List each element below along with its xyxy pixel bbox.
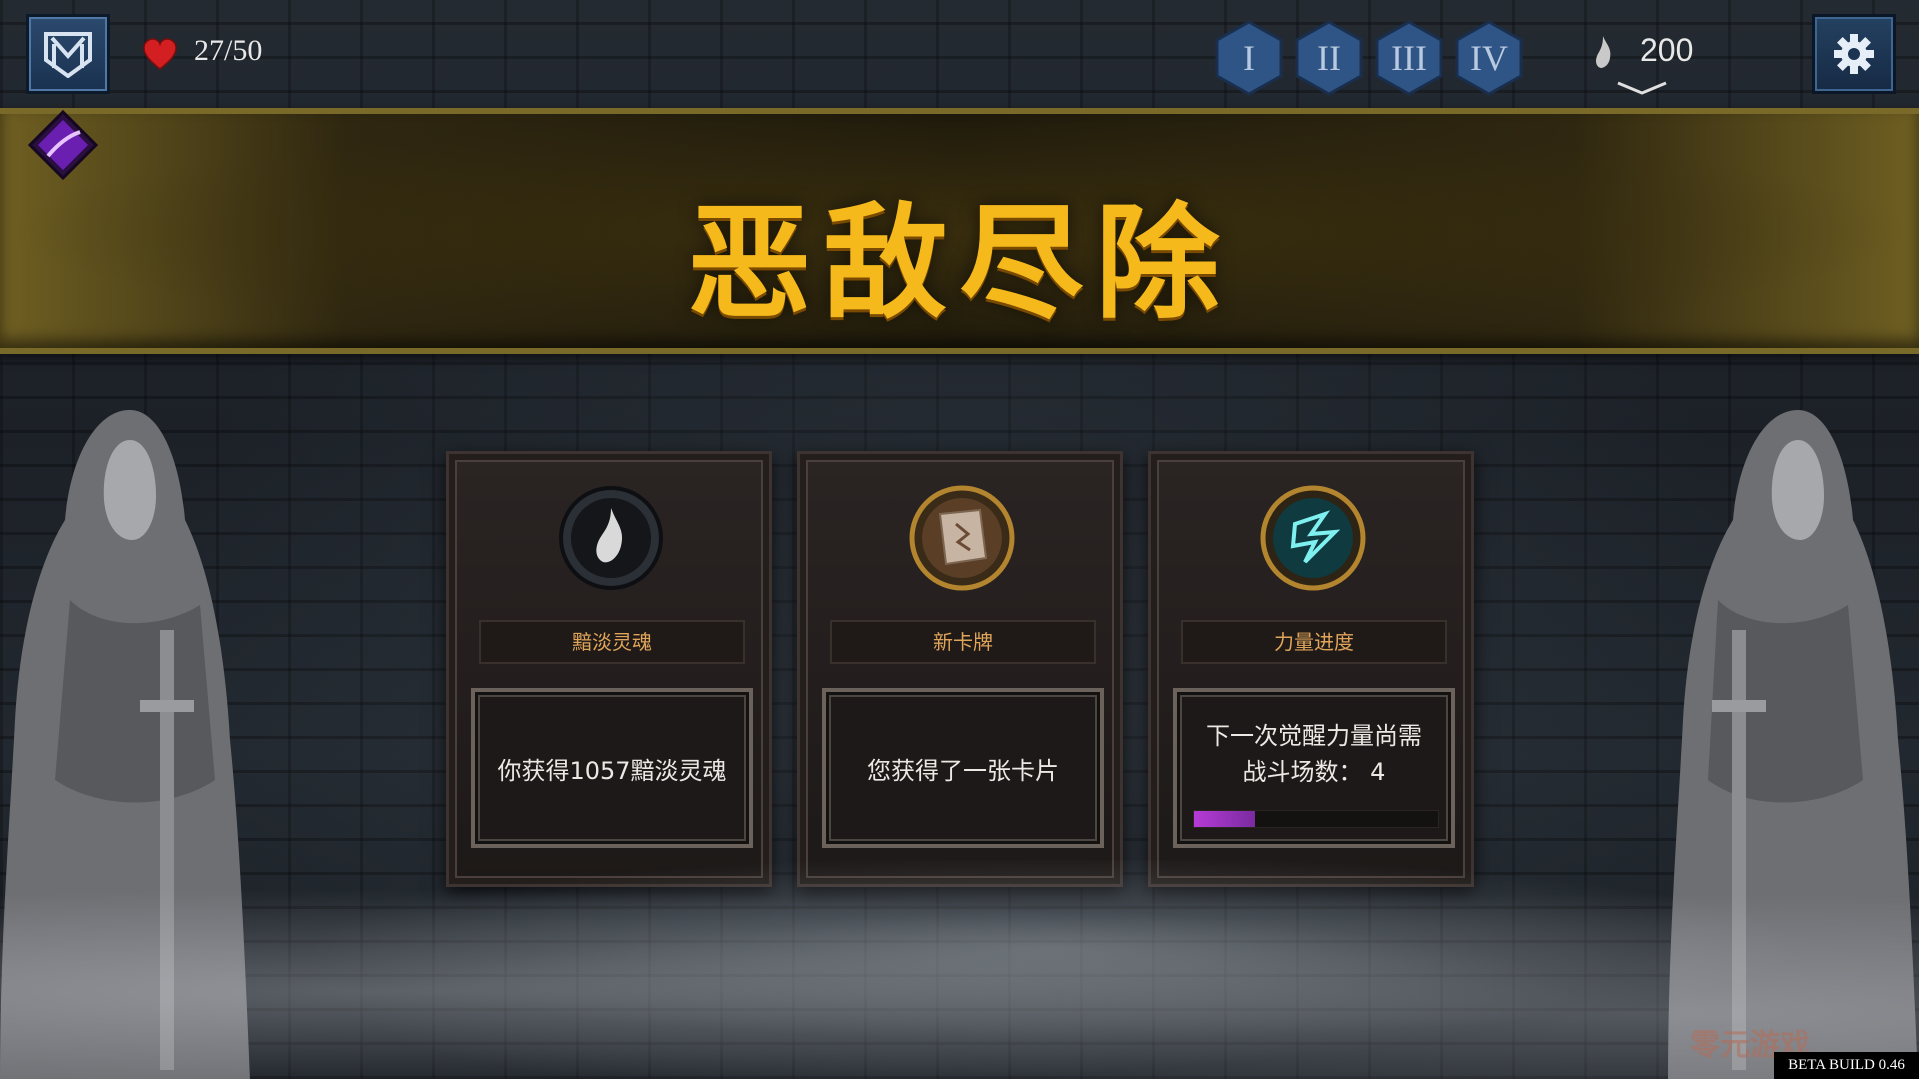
reward-message-souls: 你获得1057黯淡灵魂 [497, 756, 727, 785]
deck-menu-button[interactable] [26, 14, 110, 94]
gear-icon [1834, 34, 1874, 74]
reward-title-souls: 黯淡灵魂 [479, 620, 745, 664]
reward-text-souls: 你获得1057黯淡灵魂 [471, 688, 753, 848]
reward-text-new-card: 您获得了一张卡片 [822, 688, 1104, 848]
top-hud-bar: 27/50 I II III IV 200 [0, 0, 1919, 108]
beta-build-label: BETA BUILD 0.46 [1774, 1052, 1919, 1079]
act-1-hex[interactable]: I [1214, 20, 1284, 96]
chevron-down-icon[interactable] [1614, 80, 1670, 96]
reward-text-power-progress: 下一次觉醒力量尚需 战斗场数： 4 [1173, 688, 1455, 848]
game-screen: 27/50 I II III IV 200 恶敌尽除 黯淡灵魂 你获得1057黯… [0, 0, 1919, 1079]
act-4-hex[interactable]: IV [1454, 20, 1524, 96]
shield-crest-icon [44, 32, 92, 78]
reward-title-new-card: 新卡牌 [830, 620, 1096, 664]
act-4-label: IV [1470, 38, 1508, 78]
power-progress-line-2: 战斗场数： 4 [1242, 758, 1386, 786]
soul-flame-icon [1596, 36, 1611, 68]
reward-card-souls[interactable]: 黯淡灵魂 你获得1057黯淡灵魂 [446, 451, 772, 887]
reward-title-power-progress: 力量进度 [1181, 620, 1447, 664]
heart-icon [143, 38, 177, 70]
reward-card-power-progress[interactable]: 力量进度 下一次觉醒力量尚需 战斗场数： 4 [1148, 451, 1474, 887]
power-progress-fill [1194, 811, 1255, 827]
victory-title: 恶敌尽除 [687, 192, 1232, 336]
act-2-label: II [1317, 38, 1341, 78]
power-progress-bar [1193, 810, 1439, 828]
rune-emblem-icon [1260, 485, 1366, 591]
act-3-hex[interactable]: III [1374, 20, 1444, 96]
act-2-hex[interactable]: II [1294, 20, 1364, 96]
health-counter: 27/50 [194, 34, 263, 67]
reward-card-new-card[interactable]: 新卡牌 您获得了一张卡片 [797, 451, 1123, 887]
act-1-label: I [1243, 38, 1255, 78]
settings-button[interactable] [1812, 14, 1896, 94]
power-progress-line-1: 下一次觉醒力量尚需 [1206, 722, 1422, 750]
fog-overlay [0, 860, 1919, 1079]
reward-message-new-card: 您获得了一张卡片 [867, 756, 1059, 785]
soul-counter: 200 [1640, 32, 1694, 68]
act-3-label: III [1391, 38, 1427, 78]
card-scroll-icon [909, 485, 1015, 591]
soul-orb-icon [559, 486, 663, 590]
